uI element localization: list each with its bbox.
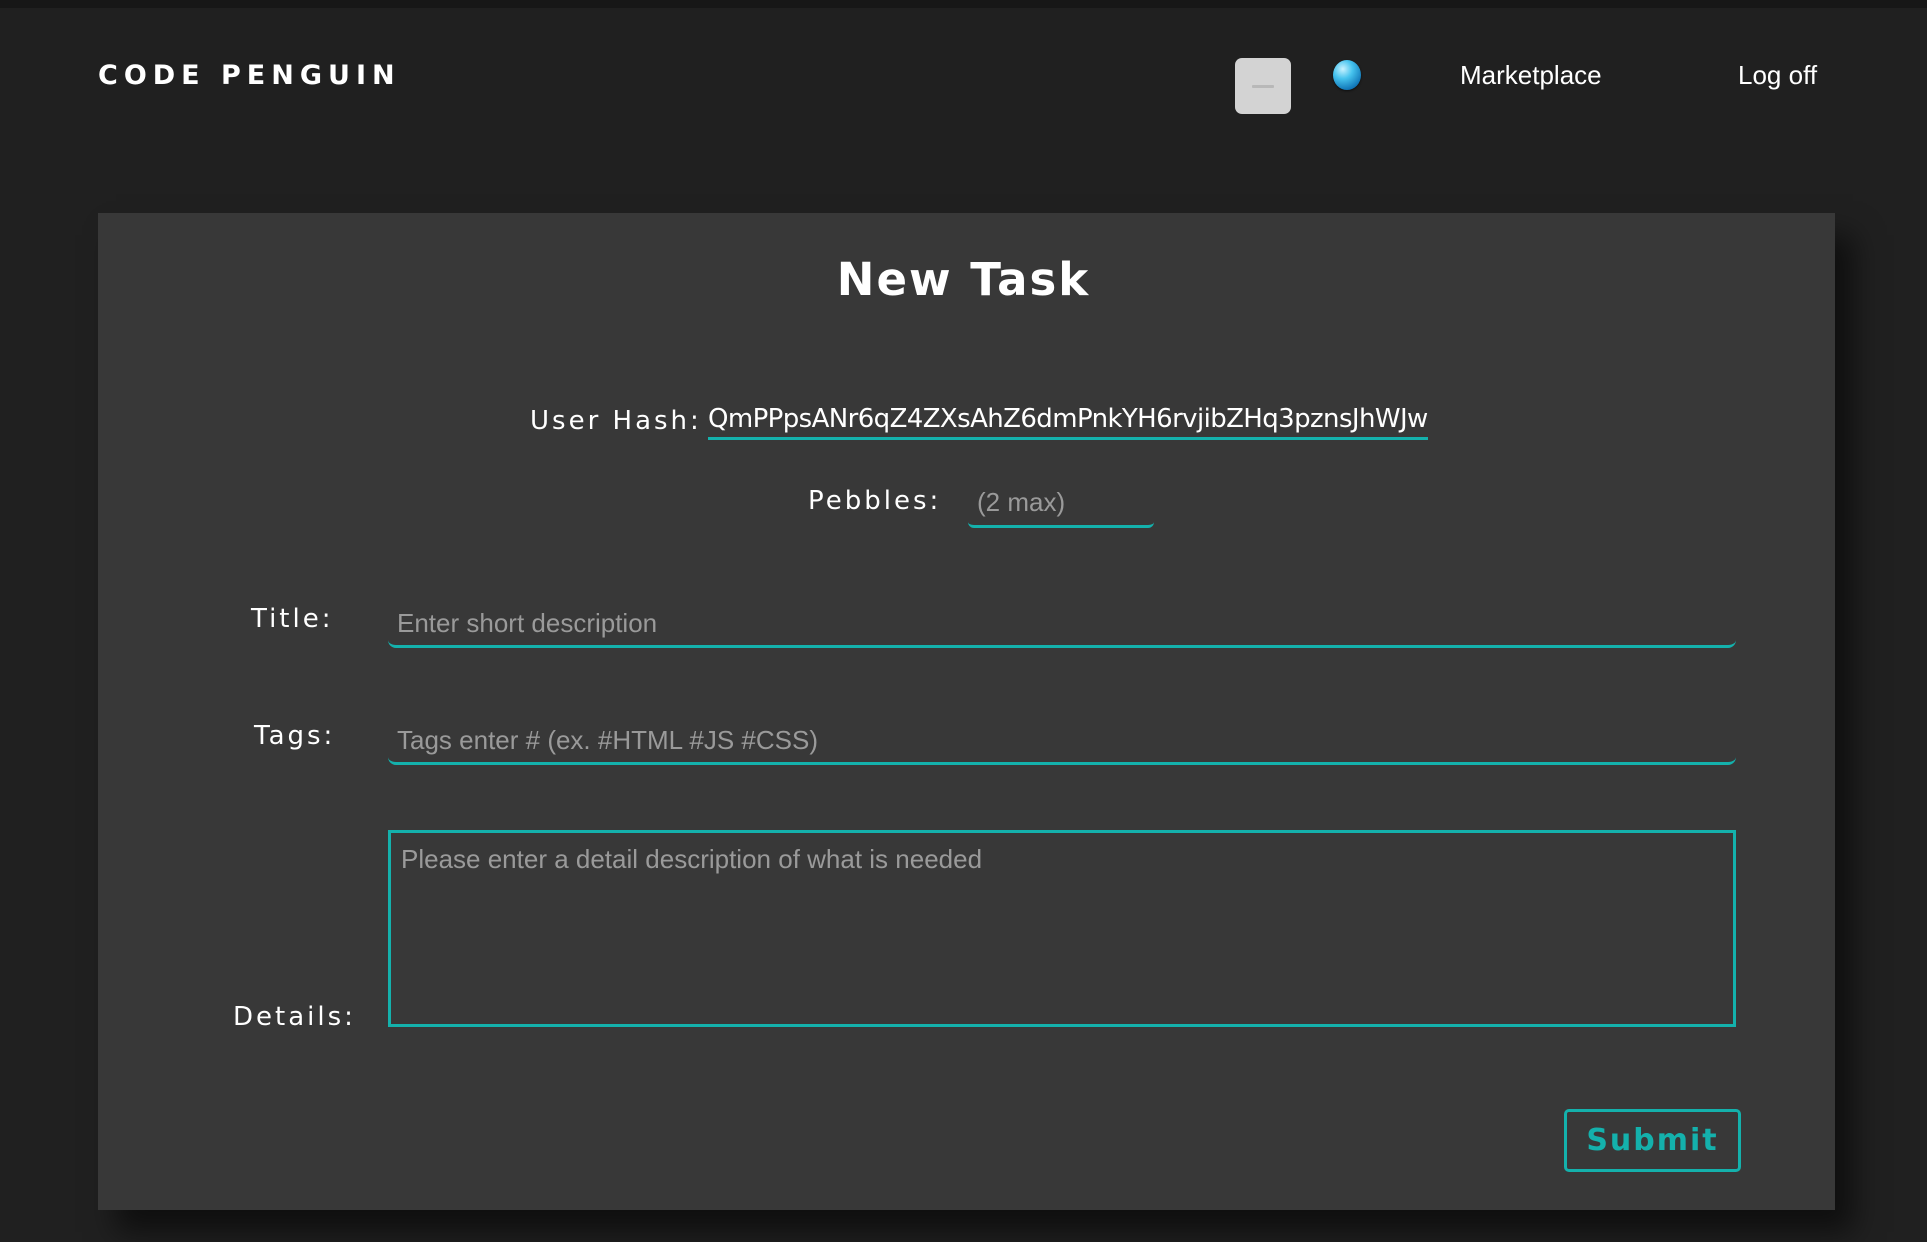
app-window: CODE PENGUIN Marketplace Log off New Tas…	[0, 0, 1927, 1242]
page-title: New Task	[836, 253, 1091, 306]
nav-marketplace-link[interactable]: Marketplace	[1460, 60, 1602, 91]
new-task-card	[98, 213, 1835, 1210]
top-navbar: CODE PENGUIN Marketplace Log off	[0, 8, 1927, 148]
pebble-icon[interactable]	[1333, 60, 1361, 90]
details-textarea[interactable]: Please enter a detail description of wha…	[388, 830, 1736, 1027]
pebbles-input[interactable]: (2 max)	[968, 480, 1154, 528]
tags-input[interactable]: Tags enter # (ex. #HTML #JS #CSS)	[388, 715, 1736, 765]
pebbles-label: Pebbles:	[808, 486, 942, 516]
tags-label: Tags:	[254, 721, 336, 751]
nav-logoff-link[interactable]: Log off	[1738, 60, 1817, 91]
pebbles-placeholder: (2 max)	[977, 487, 1066, 517]
user-hash-value: QmPPpsANr6qZ4ZXsAhZ6dmPnkYH6rvjibZHq3pzn…	[708, 404, 1428, 440]
user-avatar-icon[interactable]	[1235, 58, 1291, 114]
user-hash-label: User Hash:	[530, 406, 702, 436]
details-label: Details:	[233, 1002, 356, 1032]
title-placeholder: Enter short description	[397, 608, 658, 638]
submit-button[interactable]: Submit	[1564, 1109, 1741, 1172]
title-label: Title:	[251, 604, 334, 634]
tags-placeholder: Tags enter # (ex. #HTML #JS #CSS)	[397, 725, 818, 755]
title-input[interactable]: Enter short description	[388, 598, 1736, 648]
details-placeholder: Please enter a detail description of wha…	[401, 844, 983, 874]
app-logo[interactable]: CODE PENGUIN	[98, 60, 401, 91]
avatar-placeholder-mark	[1252, 84, 1274, 88]
